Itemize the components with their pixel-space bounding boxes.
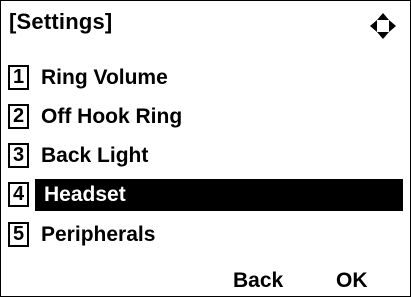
menu-item-label: Ring Volume <box>41 66 168 89</box>
menu-item-number: 2 <box>8 104 29 129</box>
four-way-navigation-icon <box>370 13 396 39</box>
menu-item-number: 3 <box>8 143 29 168</box>
menu-item-peripherals[interactable]: 5 Peripherals <box>8 219 403 253</box>
page-title: [Settings] <box>9 9 113 34</box>
menu-item-label: Off Hook Ring <box>41 105 183 128</box>
menu-item-number: 1 <box>8 65 29 90</box>
phone-display: [Settings] 1 Ring Volume 2 Off Hook Ring… <box>0 0 411 297</box>
menu-item-number: 5 <box>8 222 29 247</box>
menu-item-off-hook-ring[interactable]: 2 Off Hook Ring <box>8 101 403 135</box>
back-softkey[interactable]: Back <box>233 269 283 293</box>
menu-item-headset[interactable]: 4 Headset <box>8 179 403 213</box>
menu-item-back-light[interactable]: 3 Back Light <box>8 140 403 174</box>
menu-item-label: Headset <box>44 183 126 206</box>
menu-item-label: Peripherals <box>41 223 156 246</box>
menu-item-label: Back Light <box>41 144 149 167</box>
ok-softkey[interactable]: OK <box>336 269 368 293</box>
menu-item-ring-volume[interactable]: 1 Ring Volume <box>8 62 403 96</box>
menu-item-number: 4 <box>8 182 29 207</box>
